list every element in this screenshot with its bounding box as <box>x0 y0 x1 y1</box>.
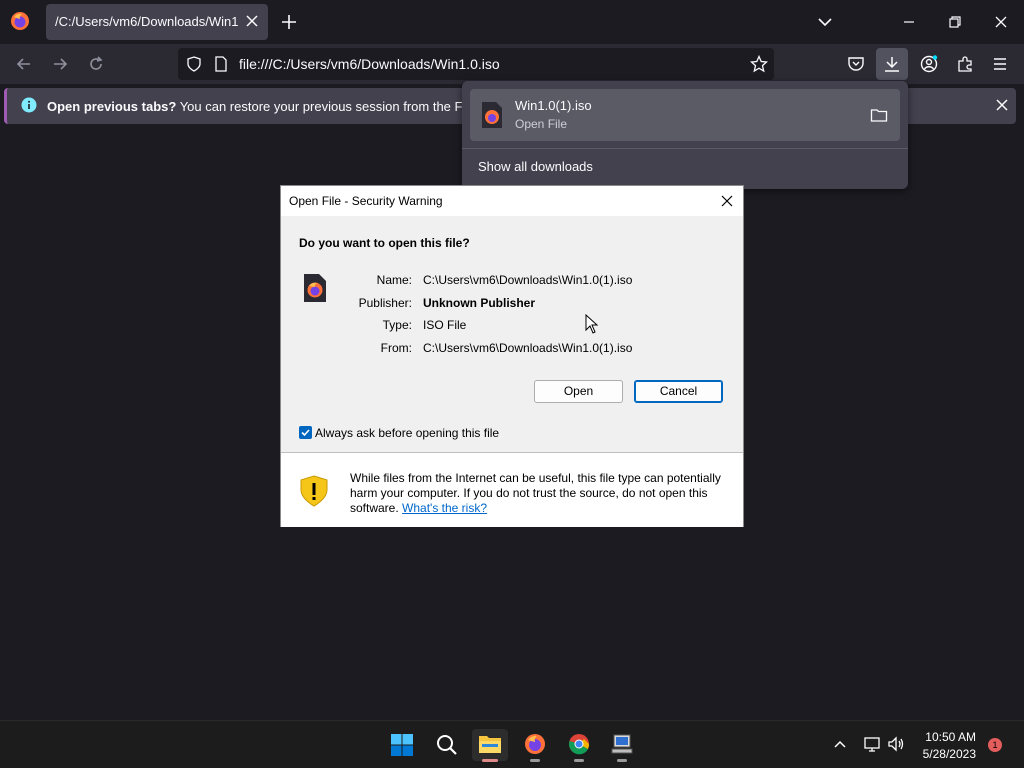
tab-bar: /C:/Users/vm6/Downloads/Win1.0.iso <box>0 0 1024 44</box>
restore-icon[interactable] <box>947 14 963 30</box>
warning-text: While files from the Internet can be use… <box>350 471 730 516</box>
extensions-icon[interactable] <box>956 55 974 73</box>
from-value: C:\Users\vm6\Downloads\Win1.0(1).iso <box>423 341 633 355</box>
file-explorer-button[interactable] <box>472 729 508 762</box>
active-indicator <box>482 759 498 762</box>
close-notification-icon[interactable] <box>995 98 1009 112</box>
folder-icon <box>479 736 501 753</box>
reload-icon[interactable] <box>87 55 105 73</box>
windows-logo-icon <box>391 734 413 756</box>
chrome-taskbar-button[interactable] <box>561 729 597 762</box>
back-icon[interactable] <box>15 55 33 73</box>
download-file-name: Win1.0(1).iso <box>515 98 592 113</box>
bookmark-star-icon[interactable] <box>750 55 768 73</box>
dialog-titlebar[interactable]: Open File - Security Warning <box>281 186 743 216</box>
search-icon <box>437 735 457 755</box>
taskbar: 10:50 AM 5/28/2023 1 <box>0 720 1024 768</box>
info-icon <box>21 97 37 113</box>
close-window-icon[interactable] <box>993 14 1009 30</box>
network-icon[interactable] <box>863 735 881 753</box>
checkmark-icon <box>301 429 310 437</box>
iso-file-icon <box>482 102 502 128</box>
firefox-logo-icon <box>525 734 545 754</box>
close-tab-icon[interactable] <box>244 13 260 29</box>
chevron-down-icon[interactable] <box>817 14 833 30</box>
publisher-label: Publisher: <box>358 296 412 310</box>
tab-active[interactable]: /C:/Users/vm6/Downloads/Win1.0.iso <box>46 4 268 40</box>
computer-icon <box>611 734 633 754</box>
always-ask-label[interactable]: Always ask before opening this file <box>315 426 499 440</box>
chrome-logo-icon <box>569 734 590 755</box>
name-label: Name: <box>376 273 412 287</box>
notification-bold: Open previous tabs? <box>47 99 177 114</box>
notification-badge[interactable]: 1 <box>988 738 1002 752</box>
divider <box>462 148 908 149</box>
download-item[interactable]: Win1.0(1).iso Open File <box>470 89 900 141</box>
navigation-toolbar: file:///C:/Users/vm6/Downloads/Win1.0.is… <box>0 44 1024 84</box>
from-label: From: <box>380 341 412 355</box>
folder-icon[interactable] <box>870 106 888 124</box>
app-taskbar-button[interactable] <box>604 729 640 762</box>
volume-icon[interactable] <box>887 735 905 753</box>
shield-icon[interactable] <box>186 56 202 72</box>
chevron-up-icon[interactable] <box>833 737 847 751</box>
search-button[interactable] <box>429 729 465 761</box>
show-all-downloads-link[interactable]: Show all downloads <box>478 159 593 174</box>
notification-text: Open previous tabs? You can restore your… <box>47 99 520 114</box>
type-value: ISO File <box>423 318 467 332</box>
mouse-cursor-icon <box>585 314 599 334</box>
whats-the-risk-link[interactable]: What's the risk? <box>402 501 487 515</box>
always-ask-checkbox[interactable] <box>299 426 312 439</box>
downloads-button[interactable] <box>876 48 908 80</box>
name-value: C:\Users\vm6\Downloads\Win1.0(1).iso <box>423 273 633 287</box>
dialog-title: Open File - Security Warning <box>289 194 443 208</box>
minimize-icon[interactable] <box>901 14 917 30</box>
clock-time[interactable]: 10:50 AM <box>925 730 976 744</box>
page-icon[interactable] <box>213 56 229 72</box>
url-text: file:///C:/Users/vm6/Downloads/Win1.0.is… <box>239 56 500 72</box>
close-dialog-icon[interactable] <box>719 193 735 209</box>
dialog-question: Do you want to open this file? <box>299 236 470 250</box>
type-label: Type: <box>382 318 412 332</box>
menu-icon[interactable] <box>991 55 1009 73</box>
open-button[interactable]: Open <box>534 380 623 403</box>
iso-file-icon <box>304 274 326 302</box>
tab-title: /C:/Users/vm6/Downloads/Win1.0.iso <box>55 14 239 29</box>
forward-icon[interactable] <box>51 55 69 73</box>
security-warning-dialog: Open File - Security Warning Do you want… <box>280 185 744 527</box>
firefox-taskbar-button[interactable] <box>517 729 553 762</box>
download-icon <box>885 57 899 72</box>
cancel-button[interactable]: Cancel <box>634 380 723 403</box>
download-status: Open File <box>515 117 568 131</box>
firefox-logo-icon[interactable] <box>10 11 30 31</box>
start-button[interactable] <box>384 729 420 761</box>
downloads-panel: Win1.0(1).iso Open File Show all downloa… <box>462 81 908 189</box>
running-indicator <box>617 759 627 762</box>
dialog-footer: While files from the Internet can be use… <box>281 453 743 527</box>
new-tab-icon[interactable] <box>280 13 298 31</box>
clock-date[interactable]: 5/28/2023 <box>923 747 976 761</box>
publisher-value: Unknown Publisher <box>423 296 536 310</box>
account-icon[interactable] <box>920 55 938 73</box>
pocket-icon[interactable] <box>847 55 865 73</box>
running-indicator <box>574 759 584 762</box>
url-bar[interactable]: file:///C:/Users/vm6/Downloads/Win1.0.is… <box>178 48 774 80</box>
warning-shield-icon <box>300 475 328 507</box>
running-indicator <box>530 759 540 762</box>
dialog-body: Do you want to open this file? Name: C:\… <box>281 216 743 452</box>
